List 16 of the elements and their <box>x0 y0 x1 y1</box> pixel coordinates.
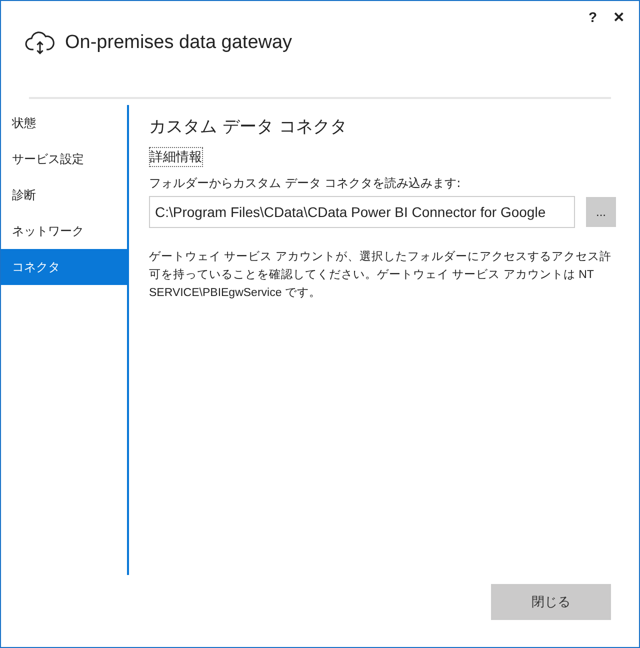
sidebar-item[interactable]: コネクタ <box>1 249 127 285</box>
section-heading: カスタム データ コネクタ <box>149 116 348 138</box>
close-button[interactable]: ✕ <box>609 7 629 27</box>
sidebar-item[interactable]: ネットワーク <box>1 213 127 249</box>
cloud-upload-icon <box>25 29 55 57</box>
help-button[interactable]: ? <box>584 7 601 27</box>
folder-label: フォルダーからカスタム データ コネクタを読み込みます: <box>149 175 462 192</box>
account-note: ゲートウェイ サービス アカウントが、選択したフォルダーにアクセスするアクセス許可を持っていることを確認してください。ゲートウェイ サービス アカウントは NT SERVICE\PBIEgwService です。 <box>149 250 612 301</box>
window-title: On-premises data gateway <box>65 32 292 54</box>
sidebar-item[interactable]: 診断 <box>1 177 127 213</box>
browse-button[interactable]: ... <box>586 197 616 227</box>
folder-path-field[interactable]: C:\Program Files\CData\CData Power BI Connector for Google <box>149 196 575 228</box>
sidebar-item[interactable]: サービス設定 <box>1 141 127 177</box>
details-link[interactable]: 詳細情報 <box>149 147 203 167</box>
sidebar-item[interactable]: 状態 <box>1 105 127 141</box>
close-dialog-button[interactable]: 閉じる <box>491 584 611 620</box>
